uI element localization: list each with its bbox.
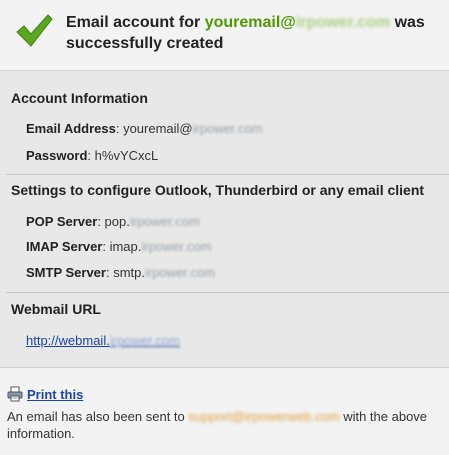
email-address-user: youremail@ [123, 121, 193, 136]
email-address-domain: irpower.com [192, 121, 263, 136]
webmail-url-link[interactable]: http://webmail.irpower.com [26, 333, 180, 348]
page: Email account for youremail@irpower.com … [0, 0, 449, 455]
email-address-row: Email Address: youremail@irpower.com [26, 121, 263, 136]
title-email-domain: irpower.com [295, 14, 391, 31]
note-prefix: An email has also been sent to [7, 409, 189, 424]
footer: Print this An email has also been sent t… [0, 368, 449, 455]
title-prefix: Email account for [66, 14, 205, 31]
pop-server-row: POP Server: pop.irpower.com [26, 214, 200, 229]
printer-icon [7, 386, 23, 402]
password-value: h%vYCxcL [94, 148, 159, 163]
success-title: Email account for youremail@irpower.com … [66, 12, 441, 54]
divider [6, 174, 449, 175]
smtp-server-prefix: smtp. [113, 265, 145, 280]
pop-server-prefix: pop. [104, 214, 130, 229]
imap-server-prefix: imap. [109, 239, 142, 254]
smtp-server-domain: irpower.com [145, 265, 216, 280]
imap-server-row: IMAP Server: imap.irpower.com [26, 239, 212, 254]
smtp-server-label: SMTP Server [26, 265, 106, 280]
webmail-heading: Webmail URL [11, 301, 101, 317]
pop-server-domain: irpower.com [129, 214, 200, 229]
email-sent-note: An email has also been sent to support@i… [7, 408, 445, 442]
print-link[interactable]: Print this [7, 386, 83, 402]
account-details-panel: Account Information Email Address: youre… [0, 71, 449, 368]
checkmark-icon [16, 14, 53, 47]
webmail-url-prefix: http://webmail. [26, 333, 110, 348]
imap-server-label: IMAP Server [26, 239, 103, 254]
settings-heading: Settings to configure Outlook, Thunderbi… [11, 182, 425, 198]
success-header: Email account for youremail@irpower.com … [0, 0, 449, 71]
smtp-server-row: SMTP Server: smtp.irpower.com [26, 265, 216, 280]
imap-server-domain: irpower.com [141, 239, 212, 254]
email-address-label: Email Address [26, 121, 116, 136]
password-row: Password: h%vYCxcL [26, 148, 159, 163]
pop-server-label: POP Server [26, 214, 98, 229]
note-email: support@irpowerweb.com [188, 409, 340, 424]
divider [6, 292, 449, 293]
account-info-heading: Account Information [11, 90, 148, 106]
title-email-user: youremail@ [204, 14, 296, 31]
webmail-url-domain: irpower.com [109, 333, 180, 348]
print-label: Print this [27, 386, 84, 402]
password-label: Password [26, 148, 88, 163]
